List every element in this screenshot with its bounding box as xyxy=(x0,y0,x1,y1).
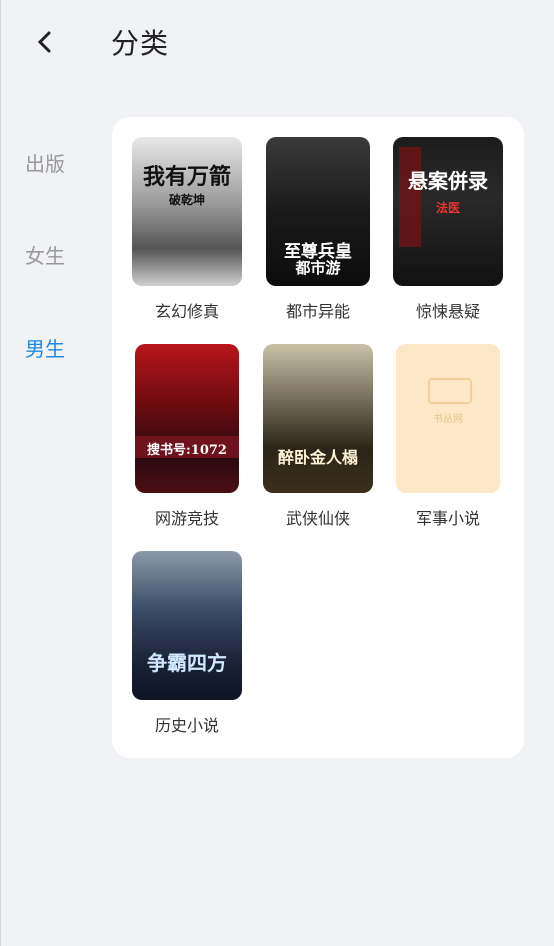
category-xuanhuan[interactable]: 我有万箭 破乾坤 玄幻修真 xyxy=(127,137,247,322)
header: 分类 xyxy=(1,0,554,90)
book-cover-image: 争霸四方 xyxy=(132,551,242,700)
cover-title: 醉卧金人榻 xyxy=(277,448,358,467)
category-lishi[interactable]: 争霸四方 历史小说 xyxy=(127,551,247,736)
category-label: 都市异能 xyxy=(285,302,350,321)
cover-title: 悬案併录 xyxy=(408,169,488,193)
cover-decoration xyxy=(399,147,421,247)
cover-title: 争霸四方 xyxy=(147,651,227,675)
book-cover-placeholder: 书丛网 xyxy=(396,344,500,493)
page-title: 分类 xyxy=(111,27,170,60)
category-jingsong[interactable]: 悬案併录 法医 惊悚悬疑 xyxy=(388,137,508,322)
book-cover-image: 我有万箭 破乾坤 xyxy=(132,137,242,286)
category-junshi[interactable]: 书丛网 军事小说 xyxy=(388,344,508,529)
cover-title: 书丛网 xyxy=(433,414,463,425)
book-cover-image: 醉卧金人榻 xyxy=(263,344,373,493)
category-label: 武侠仙侠 xyxy=(285,509,350,528)
sidebar-item-publish[interactable]: 出版 xyxy=(25,148,65,177)
back-button[interactable] xyxy=(27,24,63,60)
category-wuxia[interactable]: 醉卧金人榻 武侠仙侠 xyxy=(258,344,378,529)
sidebar-item-male[interactable]: 男生 xyxy=(25,333,65,362)
placeholder-logo-icon xyxy=(428,378,472,404)
cover-title: 搜书号:1072 xyxy=(147,443,227,458)
book-cover-image: 搜书号:1072 xyxy=(135,344,239,493)
book-cover-image: 悬案併录 法医 xyxy=(393,137,503,286)
category-wangyou[interactable]: 搜书号:1072 网游竞技 xyxy=(127,344,247,529)
category-label: 军事小说 xyxy=(415,509,480,528)
cover-subtitle: 破乾坤 xyxy=(168,193,205,207)
category-label: 玄幻修真 xyxy=(154,302,219,321)
sidebar-item-female[interactable]: 女生 xyxy=(25,240,65,269)
category-grid: 我有万箭 破乾坤 玄幻修真 至尊兵皇 都市游 都市异能 悬案併录 法医 惊悚悬疑… xyxy=(112,117,524,758)
cover-subtitle: 法医 xyxy=(435,201,460,215)
book-cover-image: 至尊兵皇 都市游 xyxy=(266,137,370,286)
category-label: 惊悚悬疑 xyxy=(415,302,480,321)
category-dushi[interactable]: 至尊兵皇 都市游 都市异能 xyxy=(258,137,378,322)
category-label: 网游竞技 xyxy=(154,509,219,528)
chevron-left-icon xyxy=(37,31,51,53)
category-label: 历史小说 xyxy=(154,716,219,735)
cover-subtitle: 都市游 xyxy=(295,259,341,277)
cover-title: 我有万箭 xyxy=(142,164,231,190)
